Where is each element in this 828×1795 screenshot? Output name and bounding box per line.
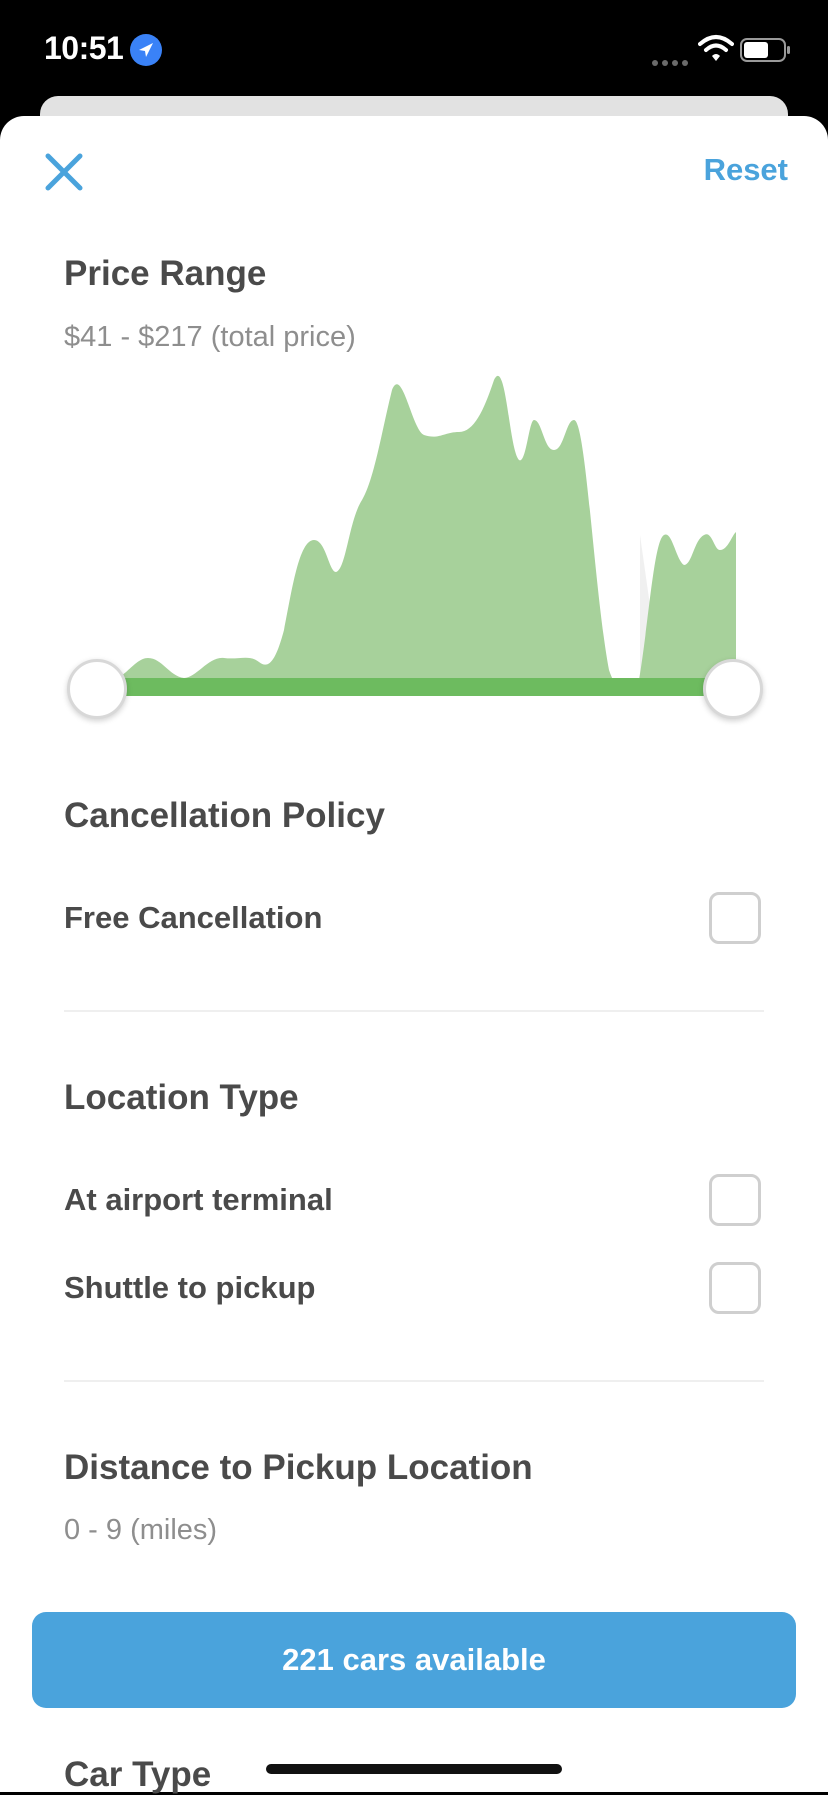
battery-icon xyxy=(740,38,792,62)
car-type-title: Car Type xyxy=(64,1755,212,1794)
airport-terminal-label: At airport terminal xyxy=(64,1182,333,1217)
home-indicator xyxy=(266,1764,562,1774)
price-range-text: $41 - $217 (total price) xyxy=(64,321,356,353)
price-histogram xyxy=(104,376,736,690)
distance-range-text: 0 - 9 (miles) xyxy=(64,1514,218,1546)
airport-terminal-checkbox[interactable] xyxy=(709,1174,761,1226)
price-range-title: Price Range xyxy=(64,254,267,293)
free-cancellation-label: Free Cancellation xyxy=(64,900,323,935)
status-bar: 10:51 xyxy=(0,0,828,100)
price-slider-track[interactable] xyxy=(96,678,736,696)
show-cars-label: 221 cars available xyxy=(282,1642,546,1677)
free-cancellation-checkbox[interactable] xyxy=(709,892,761,944)
reset-button[interactable]: Reset xyxy=(704,152,788,188)
distance-title: Distance to Pickup Location xyxy=(64,1448,533,1487)
status-time: 10:51 xyxy=(44,30,124,66)
location-arrow-icon xyxy=(130,34,162,66)
price-min-handle[interactable] xyxy=(67,659,127,719)
divider xyxy=(64,1010,764,1012)
price-max-handle[interactable] xyxy=(703,659,763,719)
shuttle-pickup-label: Shuttle to pickup xyxy=(64,1270,316,1305)
cellular-signal-icon xyxy=(652,53,692,66)
cancellation-policy-title: Cancellation Policy xyxy=(64,796,385,835)
wifi-icon xyxy=(698,34,734,64)
close-icon xyxy=(40,153,88,200)
show-cars-button[interactable]: 221 cars available xyxy=(32,1612,796,1708)
shuttle-pickup-checkbox[interactable] xyxy=(709,1262,761,1314)
divider xyxy=(64,1380,764,1382)
location-type-title: Location Type xyxy=(64,1078,299,1117)
close-button[interactable] xyxy=(40,148,88,196)
